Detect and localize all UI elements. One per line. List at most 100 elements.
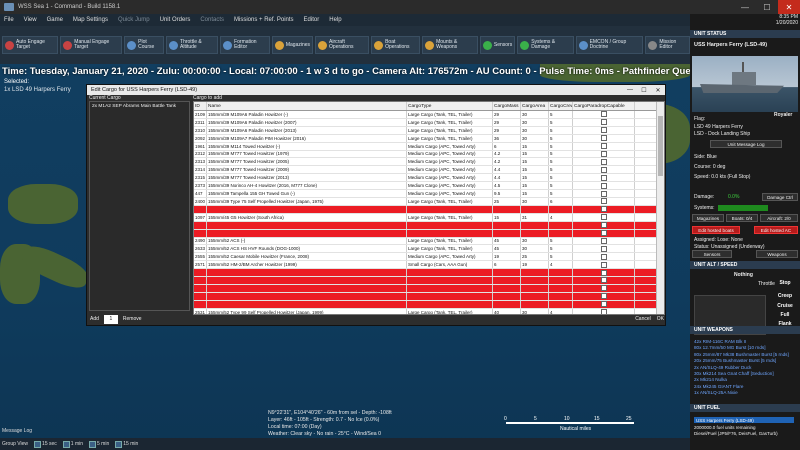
table-row[interactable]: 2400 155mm/39 Type 75 Self Propelled Howi… xyxy=(194,197,664,206)
table-row[interactable]: 2313 155mm/39 M777 Towed Howitzer (2005) M… xyxy=(194,158,664,167)
speed-cruise-button[interactable]: Cruise xyxy=(772,301,798,310)
formation-editor-button[interactable]: Formation Editor xyxy=(220,36,270,54)
paradrop-checkbox[interactable] xyxy=(601,150,607,157)
col-header-crew[interactable]: CargoCrew xyxy=(549,102,573,110)
current-cargo-list[interactable]: 2x M1A2 SEP Abrams Main Battle Tank xyxy=(89,101,190,311)
paradrop-checkbox[interactable] xyxy=(601,127,607,134)
unit-message-log-button[interactable]: Unit Message Log xyxy=(710,140,782,148)
paradrop-checkbox[interactable] xyxy=(601,245,607,252)
boat-ops-button[interactable]: Boat Operations xyxy=(371,36,421,54)
paradrop-checkbox[interactable] xyxy=(601,277,607,284)
menu-file[interactable]: File xyxy=(4,17,14,23)
paradrop-checkbox[interactable] xyxy=(601,119,607,126)
magazines-tab[interactable]: Magazines xyxy=(692,214,724,222)
paradrop-checkbox[interactable] xyxy=(601,222,607,229)
mounts-weapons-button[interactable]: Mounts & Weapons xyxy=(422,36,478,54)
table-row[interactable] xyxy=(194,269,664,278)
quantity-field[interactable]: 1 xyxy=(103,314,118,324)
table-row[interactable]: 2490 155mm/52 ACS (-) Large Cargo (Tank, T… xyxy=(194,237,664,246)
table-row[interactable]: 1961 155mm/39 M114 Towed Howitzer (-) Medi… xyxy=(194,142,664,151)
table-row[interactable] xyxy=(194,300,664,309)
table-row[interactable]: 2312 155mm/39 M777 Towed Howitzer (1979) M… xyxy=(194,150,664,159)
selected-unit[interactable]: 1x LSD 49 Harpers Ferry xyxy=(4,87,71,93)
systems-damage-button[interactable]: Systems & Damage xyxy=(517,36,574,54)
paradrop-checkbox[interactable] xyxy=(601,293,607,300)
table-row[interactable]: 2314 155mm/39 M777 Towed Howitzer (2009) M… xyxy=(194,166,664,175)
cancel-button[interactable]: Cancel xyxy=(632,315,654,324)
dialog-close-button[interactable]: ✕ xyxy=(651,85,665,95)
table-scrollbar[interactable] xyxy=(656,102,664,314)
table-row[interactable] xyxy=(194,205,664,214)
paradrop-checkbox[interactable] xyxy=(601,111,607,118)
aircraft-ops-button[interactable]: Aircraft Operations xyxy=(315,36,370,54)
table-row[interactable]: 1097 155mm/45 G5 Howitzer (South Africa) L… xyxy=(194,213,664,222)
maximize-button[interactable]: ☐ xyxy=(756,0,778,14)
table-row[interactable]: 2109 155mm/39 M109A6 Paladin Howitzer (-)… xyxy=(194,111,664,119)
paradrop-checkbox[interactable] xyxy=(601,190,607,197)
dialog-maximize-button[interactable]: ☐ xyxy=(637,85,651,95)
col-header-mass[interactable]: CargoMass xyxy=(493,102,521,110)
message-log-tab[interactable]: Message Log xyxy=(2,428,32,434)
magazines-button[interactable]: Magazines xyxy=(271,36,314,54)
col-header-area[interactable]: CargoArea xyxy=(521,102,549,110)
table-row[interactable]: 2571 155mm/52 HM-2/BM Archer Howitzer (19… xyxy=(194,261,664,270)
group-view-toggle[interactable]: Group View xyxy=(2,441,28,447)
table-row[interactable]: 447 155mm/39 Tampella 155 GH Towed Gun (-… xyxy=(194,190,664,198)
speed-15sec[interactable]: 15 sec xyxy=(34,440,57,448)
speed-creep-button[interactable]: Creep xyxy=(772,291,798,300)
paradrop-checkbox[interactable] xyxy=(601,214,607,221)
aircraft-tab[interactable]: Aircraft: 2/0 xyxy=(760,214,798,222)
ok-button[interactable]: OK xyxy=(654,315,667,324)
menu-unit-orders[interactable]: Unit Orders xyxy=(160,17,191,23)
paradrop-checkbox[interactable] xyxy=(601,301,607,308)
manual-engage-button[interactable]: Manual Engage Target xyxy=(60,36,123,54)
menu-quick-jump[interactable]: Quick Jump xyxy=(118,17,150,23)
paradrop-checkbox[interactable] xyxy=(601,166,607,173)
add-button[interactable]: Add xyxy=(87,315,102,324)
paradrop-checkbox[interactable] xyxy=(601,174,607,181)
paradrop-checkbox[interactable] xyxy=(601,285,607,292)
table-row[interactable] xyxy=(194,292,664,301)
minimize-button[interactable]: — xyxy=(734,0,756,14)
paradrop-checkbox[interactable] xyxy=(601,182,607,189)
table-row[interactable] xyxy=(194,284,664,293)
table-row[interactable]: 2555 155mm/52 Caesar Mobile Howitzer (Fra… xyxy=(194,253,664,262)
table-row[interactable]: 2315 155mm/39 M777 Towed Howitzer (2013) M… xyxy=(194,174,664,183)
throttle-altitude-button[interactable]: Throttle & Altitude xyxy=(166,36,219,54)
table-row[interactable] xyxy=(194,229,664,238)
table-row[interactable]: 2310 155mm/39 M109A6 Paladin Howitzer (20… xyxy=(194,126,664,135)
paradrop-checkbox[interactable] xyxy=(601,269,607,276)
weapon-item[interactable]: 1x AN/SLQ-25A Nixie xyxy=(694,390,798,396)
speed-5min[interactable]: 5 min xyxy=(89,440,109,448)
paradrop-checkbox[interactable] xyxy=(601,158,607,165)
menu-game[interactable]: Game xyxy=(47,17,63,23)
table-row[interactable]: 2311 155mm/39 M109A6 Paladin Howitzer (20… xyxy=(194,118,664,127)
auto-engage-button[interactable]: Auto Engage Target xyxy=(2,36,59,54)
plot-course-button[interactable]: Plot Course xyxy=(124,36,165,54)
paradrop-checkbox[interactable] xyxy=(601,253,607,260)
weapons-panel-button[interactable]: Weapons xyxy=(756,250,798,258)
menu-contacts[interactable]: Contacts xyxy=(200,17,224,23)
table-row[interactable]: 2373 155mm/39 Norinco AH-4 Howitzer (2016… xyxy=(194,182,664,191)
current-cargo-item[interactable]: 2x M1A2 SEP Abrams Main Battle Tank xyxy=(90,102,189,111)
speed-1min[interactable]: 1 min xyxy=(62,440,83,448)
paradrop-checkbox[interactable] xyxy=(601,135,607,142)
emcon-doctrine-button[interactable]: EMCON / Group Doctrine xyxy=(575,36,644,54)
sensors-button[interactable]: Sensors xyxy=(479,36,516,54)
speed-15min[interactable]: 15 min xyxy=(115,440,138,448)
table-row[interactable] xyxy=(194,221,664,230)
paradrop-checkbox[interactable] xyxy=(601,143,607,150)
col-header-cargotype[interactable]: CargoType xyxy=(407,102,493,110)
mission-editor-button[interactable]: Mission Editor xyxy=(645,36,690,54)
col-header-id[interactable]: ID xyxy=(194,102,207,110)
menu-help[interactable]: Help xyxy=(329,17,341,23)
speed-stop-button[interactable]: Stop xyxy=(772,278,798,287)
speed-full-button[interactable]: Full xyxy=(772,310,798,319)
sensors-panel-button[interactable]: Sensors xyxy=(692,250,732,258)
paradrop-checkbox[interactable] xyxy=(601,198,607,205)
menu-missions[interactable]: Missions + Ref. Points xyxy=(234,17,294,23)
close-button[interactable]: ✕ xyxy=(778,0,800,14)
dialog-minimize-button[interactable]: — xyxy=(623,85,637,95)
cargo-table[interactable]: ID Name CargoType CargoMass CargoArea Ca… xyxy=(193,101,665,315)
menu-map-settings[interactable]: Map Settings xyxy=(73,17,108,23)
